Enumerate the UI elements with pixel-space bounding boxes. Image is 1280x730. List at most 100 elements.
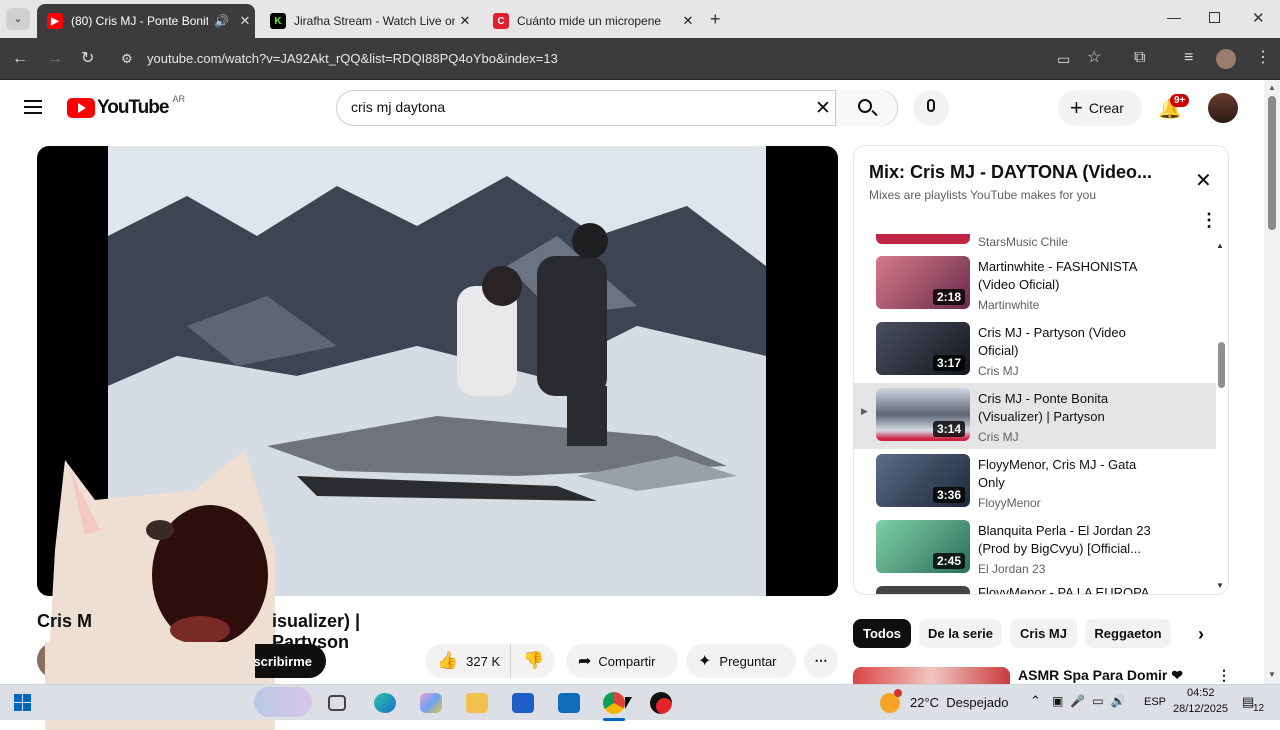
chip-todos[interactable]: Todos <box>853 619 911 648</box>
scroll-up-icon[interactable]: ▲ <box>1216 241 1224 250</box>
video-thumbnail: 2:45 <box>876 520 970 573</box>
clock-date[interactable]: 28/12/2025 <box>1173 703 1228 715</box>
playlist-item-current[interactable]: ▶ 3:14 Cris MJ - Ponte Bonita (Visualize… <box>854 383 1216 449</box>
tab-close-icon[interactable]: ✕ <box>455 13 475 29</box>
create-button[interactable]: + Crear <box>1058 90 1142 126</box>
playlist-item[interactable]: 3:17 Cris MJ - Partyson (Video Oficial) … <box>854 317 1216 383</box>
language-indicator[interactable]: ESP <box>1144 696 1166 708</box>
playlist-item[interactable]: 3:36 FloyyMenor, Cris MJ - Gata Only Flo… <box>854 449 1216 515</box>
chips-next-icon[interactable]: › <box>1198 624 1204 645</box>
media-control-icon[interactable]: ≡ <box>1184 50 1193 66</box>
chip-cris-mj[interactable]: Cris MJ <box>1010 619 1077 648</box>
thumbs-down-icon: 👎 <box>523 651 545 670</box>
search-box[interactable]: cris mj daytona ✕ <box>336 90 898 126</box>
install-app-icon[interactable]: ▭ <box>1057 51 1070 67</box>
edge-icon[interactable] <box>374 693 396 713</box>
video-thumbnail: 2:18 <box>876 256 970 309</box>
playlist-item[interactable]: FloyyMenor - PA LA EUROPA <box>854 581 1216 595</box>
browser-tab-c[interactable]: C Cuánto mide un micropene ✕ <box>483 4 698 38</box>
page-scrollbar-thumb[interactable] <box>1268 96 1276 230</box>
notifications-button[interactable]: 🔔 9+ <box>1158 94 1190 121</box>
minimize-icon[interactable]: — <box>1167 9 1181 25</box>
playlist-item-channel: FloyyMenor <box>978 496 1041 510</box>
clock-time[interactable]: 04:52 <box>1187 687 1215 699</box>
more-actions-button[interactable]: ⋯ <box>804 644 838 678</box>
forward-icon[interactable]: → <box>47 51 63 67</box>
clear-search-icon[interactable]: ✕ <box>815 97 831 120</box>
playlist-item-channel: Martinwhite <box>978 298 1040 312</box>
close-window-icon[interactable]: ✕ <box>1252 9 1265 27</box>
ask-button[interactable]: ✦ Preguntar <box>686 644 796 678</box>
tray-icons[interactable]: ▣🎤▭🔊 <box>1052 694 1133 708</box>
playlist-item-title: Blanquita Perla - El Jordan 23 (Prod by … <box>978 523 1151 556</box>
tab-close-icon[interactable]: ✕ <box>678 13 698 29</box>
task-view-icon[interactable] <box>328 695 346 711</box>
outlook-icon[interactable] <box>558 693 580 713</box>
site-info-icon[interactable]: ⚙ <box>121 51 133 67</box>
search-input[interactable]: cris mj daytona <box>351 99 445 115</box>
share-button[interactable]: ➦ Compartir <box>566 644 678 678</box>
thumbs-up-icon: 👍 <box>437 651 459 670</box>
partial-thumbnail[interactable] <box>876 234 970 244</box>
file-explorer-icon[interactable] <box>466 693 488 713</box>
tab-search-button[interactable]: ⌄ <box>6 8 30 30</box>
playlist-item[interactable]: 2:45 Blanquita Perla - El Jordan 23 (Pro… <box>854 515 1216 581</box>
video-thumbnail <box>876 586 970 594</box>
playlist-item-channel: El Jordan 23 <box>978 562 1046 576</box>
profile-avatar[interactable] <box>1216 49 1236 69</box>
voice-search-button[interactable] <box>913 90 949 126</box>
sparkle-icon: ✦ <box>698 653 712 670</box>
audio-playing-icon[interactable]: 🔊 <box>214 14 229 28</box>
browser-toolbar: ← → ↻ ⚙ youtube.com/watch?v=JA92Akt_rQQ&… <box>0 38 1280 80</box>
recommended-thumbnail[interactable] <box>853 667 1010 684</box>
maximize-icon[interactable] <box>1209 12 1220 23</box>
video-thumbnail: 3:17 <box>876 322 970 375</box>
tray-chevron-icon[interactable]: ⌃ <box>1030 693 1041 709</box>
bookmark-star-icon[interactable]: ☆ <box>1087 50 1101 66</box>
weather-text[interactable]: 22°C Despejado <box>910 695 1008 710</box>
tab-close-icon[interactable]: ✕ <box>235 13 255 29</box>
dislike-button[interactable]: 👎 <box>511 651 544 671</box>
search-widget[interactable] <box>254 687 312 717</box>
search-button[interactable] <box>835 90 897 126</box>
youtube-header: YouTube AR cris mj daytona ✕ + Crear 🔔 9… <box>0 80 1264 136</box>
extensions-icon[interactable]: ⧉ <box>1134 50 1145 66</box>
playlist-item-channel: Cris MJ <box>978 364 1019 378</box>
like-button[interactable]: 👍 327 K <box>425 644 511 678</box>
reload-icon[interactable]: ↻ <box>81 51 94 67</box>
like-dislike-group: 👍 327 K 👎 <box>425 644 555 678</box>
playlist-item-title: FloyyMenor - PA LA EUROPA <box>978 585 1150 595</box>
copilot-icon[interactable] <box>420 693 442 713</box>
windows-start-icon[interactable] <box>14 694 31 711</box>
hamburger-menu-icon[interactable] <box>24 100 42 114</box>
recommended-title[interactable]: ASMR Spa Para Domir ❤ <box>1018 667 1183 684</box>
browser-tab-kick[interactable]: K Jirafha Stream - Watch Live on K ✕ <box>260 4 475 38</box>
recommended-menu-icon[interactable]: ⋮ <box>1217 667 1231 684</box>
account-avatar[interactable] <box>1208 93 1238 123</box>
playlist-menu-icon[interactable]: ⋮ <box>1200 210 1218 231</box>
back-icon[interactable]: ← <box>12 51 28 67</box>
browser-menu-icon[interactable]: ⋮ <box>1255 50 1271 66</box>
weather-alert-badge <box>894 689 902 697</box>
playlist-list: StarsMusic Chile 2:18 Martinwhite - FASH… <box>854 234 1216 595</box>
scroll-down-icon[interactable]: ▼ <box>1216 581 1224 590</box>
chrome-icon[interactable] <box>603 692 625 714</box>
duration-badge: 3:14 <box>932 421 965 437</box>
chip-reggaeton[interactable]: Reggaeton <box>1085 619 1171 648</box>
page-scroll-down-icon[interactable]: ▼ <box>1268 670 1276 679</box>
playlist-panel: Mix: Cris MJ - DAYTONA (Video... Mixes a… <box>853 145 1229 595</box>
more-horizontal-icon: ⋯ <box>814 653 828 668</box>
playlist-item[interactable]: 2:18 Martinwhite - FASHONISTA (Video Ofi… <box>854 251 1216 317</box>
page-scroll-up-icon[interactable]: ▲ <box>1268 83 1276 92</box>
duration-badge: 3:17 <box>932 355 965 371</box>
playlist-scrollbar[interactable] <box>1218 342 1225 388</box>
chip-de-la-serie[interactable]: De la serie <box>919 619 1002 648</box>
close-playlist-icon[interactable]: ✕ <box>1195 168 1212 193</box>
playlist-title[interactable]: Mix: Cris MJ - DAYTONA (Video... <box>869 162 1169 183</box>
store-icon[interactable] <box>512 693 534 713</box>
youtube-logo[interactable]: YouTube AR <box>67 94 185 119</box>
address-bar[interactable]: ⚙ youtube.com/watch?v=JA92Akt_rQQ&list=R… <box>112 44 1112 74</box>
app-icon-red[interactable] <box>650 692 672 714</box>
browser-tab-youtube[interactable]: ▶ (80) Cris MJ - Ponte Bonita ( 🔊 ✕ <box>37 4 255 38</box>
new-tab-icon[interactable]: + <box>710 9 721 30</box>
